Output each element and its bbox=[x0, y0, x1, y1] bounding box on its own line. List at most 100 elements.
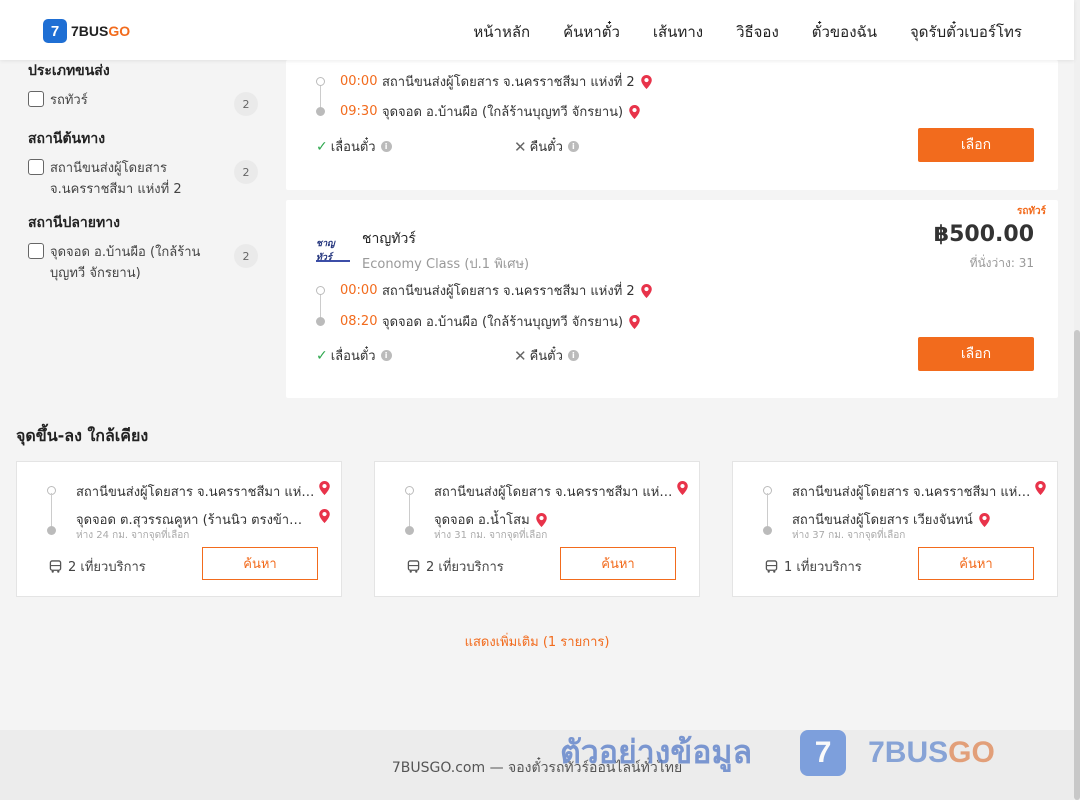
filter-destination: สถานีปลายทาง จุดจอด อ.บ้านผือ (ใกล้ร้านบ… bbox=[28, 212, 258, 284]
nearby-to-row: สถานีขนส่งผู้โดยสาร เวียงจันทน์ bbox=[792, 509, 990, 530]
filter-title: ประเภทขนส่ง bbox=[28, 63, 110, 79]
map-pin-icon[interactable] bbox=[640, 74, 652, 89]
info-icon[interactable]: i bbox=[567, 350, 579, 361]
map-pin-icon[interactable] bbox=[1035, 481, 1046, 495]
main-nav: หน้าหลัก ค้นหาตั๋ว เส้นทาง วิธีจอง ตั๋วข… bbox=[473, 20, 1022, 44]
watermark-brand: 7BUS bbox=[868, 735, 949, 769]
show-more-link[interactable]: แสดงเพิ่มเติม (1 รายการ) bbox=[0, 631, 1074, 652]
stop-dot bbox=[316, 286, 325, 295]
map-pin-icon[interactable] bbox=[640, 283, 652, 298]
bus-type-tag: รถทัวร์ bbox=[1016, 206, 1046, 217]
map-pin-icon[interactable] bbox=[535, 512, 547, 527]
depart-stop: 00:00 สถานีขนส่งผู้โดยสาร จ.นครราชสีมา แ… bbox=[316, 280, 652, 301]
filter-checkbox[interactable] bbox=[28, 243, 44, 259]
filter-transport-type: ประเภทขนส่ง รถทัวร์ 2 bbox=[28, 60, 258, 116]
info-icon[interactable]: i bbox=[567, 141, 579, 152]
map-pin-icon[interactable] bbox=[629, 314, 640, 329]
watermark-logo-mark: 7 bbox=[800, 729, 847, 776]
nearby-distance: ห่าง 37 กม. จากจุดที่เลือก bbox=[792, 530, 906, 541]
logo-text-accent: GO bbox=[108, 23, 131, 39]
trip-card: รถทัวร์ ชาญทัวร์ ชาญทัวร์ Economy Class … bbox=[286, 200, 1058, 398]
operator-row: ชาญทัวร์ ชาญทัวร์ Economy Class (ป.1 พิเ… bbox=[316, 228, 529, 274]
cross-icon: ✕ bbox=[514, 137, 527, 156]
filter-label: สถานีขนส่งผู้โดยสาร จ.นครราชสีมา แห่งที่… bbox=[50, 161, 182, 197]
arrive-stop: 09:30 จุดจอด อ.บ้านผือ (ใกล้ร้านบุญทวี จ… bbox=[316, 101, 640, 122]
reschedule-policy: ✓ เลื่อนตั๋ว i bbox=[316, 136, 392, 157]
cross-icon: ✕ bbox=[514, 346, 527, 365]
operator-name: ชาญทัวร์ bbox=[362, 231, 416, 247]
nearby-title: จุดขึ้น-ลง ใกล้เคียง bbox=[16, 426, 149, 445]
select-trip-button[interactable]: เลือก bbox=[918, 337, 1034, 371]
arrive-place: จุดจอด อ.บ้านผือ (ใกล้ร้านบุญทวี จักรยาน… bbox=[382, 105, 624, 120]
arrive-time: 08:20 bbox=[340, 314, 378, 329]
reschedule-label: เลื่อนตั๋ว bbox=[330, 140, 376, 155]
scrollbar-thumb[interactable] bbox=[1074, 330, 1080, 800]
nearby-from: สถานีขนส่งผู้โดยสาร จ.นครราชสีมา แห่งที่… bbox=[76, 485, 316, 500]
trips-count: 2 เที่ยวบริการ bbox=[68, 560, 146, 575]
nearby-trips: 2 เที่ยวบริการ bbox=[407, 556, 504, 577]
map-pin-icon[interactable] bbox=[629, 104, 640, 119]
arrive-time: 09:30 bbox=[340, 104, 378, 119]
map-pin-icon[interactable] bbox=[978, 512, 990, 527]
stop-dot bbox=[316, 107, 325, 116]
depart-time: 00:00 bbox=[340, 283, 378, 298]
arrive-stop: 08:20 จุดจอด อ.บ้านผือ (ใกล้ร้านบุญทวี จ… bbox=[316, 311, 640, 332]
logo-text: 7BUS bbox=[71, 23, 109, 39]
select-trip-button[interactable]: เลือก bbox=[918, 128, 1034, 162]
nearby-to: สถานีขนส่งผู้โดยสาร เวียงจันทน์ bbox=[792, 513, 973, 528]
nearby-search-button[interactable]: ค้นหา bbox=[918, 547, 1034, 580]
filter-title: สถานีปลายทาง bbox=[28, 215, 120, 231]
count-badge: 2 bbox=[234, 244, 258, 268]
bus-icon bbox=[765, 560, 778, 573]
nearby-search-button[interactable]: ค้นหา bbox=[560, 547, 676, 580]
map-pin-icon[interactable] bbox=[677, 481, 688, 495]
operator-logo: ชาญทัวร์ bbox=[316, 238, 350, 262]
refund-policy: ✕ คืนตั๋ว i bbox=[514, 136, 579, 157]
stop-dot bbox=[316, 317, 325, 326]
refund-label: คืนตั๋ว bbox=[529, 140, 563, 155]
nearby-from: สถานีขนส่งผู้โดยสาร จ.นครราชสีมา แห่งที่… bbox=[434, 485, 674, 500]
nav-how-to-book[interactable]: วิธีจอง bbox=[736, 20, 779, 44]
info-icon[interactable]: i bbox=[380, 350, 392, 361]
nearby-to-row: จุดจอด อ.น้ำโสม bbox=[434, 509, 547, 530]
stop-dot bbox=[316, 77, 325, 86]
nearby-distance: ห่าง 24 กม. จากจุดที่เลือก bbox=[76, 530, 190, 541]
filter-title: สถานีต้นทาง bbox=[28, 131, 106, 147]
top-header: 7 7BUSGO หน้าหลัก ค้นหาตั๋ว เส้นทาง วิธี… bbox=[0, 0, 1074, 60]
filter-checkbox[interactable] bbox=[28, 91, 44, 107]
check-icon: ✓ bbox=[316, 347, 328, 364]
bus-icon bbox=[49, 560, 62, 573]
watermark-brand-accent: GO bbox=[948, 735, 995, 769]
map-pin-icon[interactable] bbox=[319, 509, 330, 523]
depart-stop: 00:00 สถานีขนส่งผู้โดยสาร จ.นครราชสีมา แ… bbox=[316, 71, 652, 92]
nav-my-tickets[interactable]: ตั๋วของฉัน bbox=[812, 20, 877, 44]
nav-home[interactable]: หน้าหลัก bbox=[473, 20, 530, 44]
map-pin-icon[interactable] bbox=[319, 481, 330, 495]
filter-option[interactable]: จุดจอด อ.บ้านผือ (ใกล้ร้านบุญทวี จักรยาน… bbox=[28, 242, 258, 284]
logo-mark: 7 bbox=[43, 19, 67, 43]
nav-ticket-points[interactable]: จุดรับตั๋วเบอร์โทร bbox=[910, 20, 1022, 44]
bus-icon bbox=[407, 560, 420, 573]
filter-option[interactable]: สถานีขนส่งผู้โดยสาร จ.นครราชสีมา แห่งที่… bbox=[28, 158, 258, 200]
trip-card: 00:00 สถานีขนส่งผู้โดยสาร จ.นครราชสีมา แ… bbox=[286, 60, 1058, 190]
filter-label: รถทัวร์ bbox=[50, 93, 88, 108]
nav-search-tickets[interactable]: ค้นหาตั๋ว bbox=[563, 20, 620, 44]
nearby-card: สถานีขนส่งผู้โดยสาร จ.นครราชสีมา แห่งที่… bbox=[732, 461, 1058, 597]
watermark-text: ตัวอย่างข้อมูล bbox=[560, 733, 753, 771]
nearby-trips: 1 เที่ยวบริการ bbox=[765, 556, 862, 577]
site-logo[interactable]: 7 7BUSGO bbox=[43, 19, 130, 43]
filter-label: จุดจอด อ.บ้านผือ (ใกล้ร้านบุญทวี จักรยาน… bbox=[50, 245, 201, 281]
filter-sidebar: ประเภทขนส่ง รถทัวร์ 2 สถานีต้นทาง สถานีข… bbox=[28, 60, 258, 296]
nearby-search-button[interactable]: ค้นหา bbox=[202, 547, 318, 580]
nearby-trips: 2 เที่ยวบริการ bbox=[49, 556, 146, 577]
depart-place: สถานีขนส่งผู้โดยสาร จ.นครราชสีมา แห่งที่… bbox=[382, 284, 635, 299]
filter-option[interactable]: รถทัวร์ 2 bbox=[28, 90, 258, 116]
page-scrollbar[interactable] bbox=[1074, 0, 1080, 800]
nav-routes[interactable]: เส้นทาง bbox=[653, 20, 703, 44]
info-icon[interactable]: i bbox=[380, 141, 392, 152]
refund-label: คืนตั๋ว bbox=[529, 349, 563, 364]
filter-checkbox[interactable] bbox=[28, 159, 44, 175]
nearby-to: จุดจอด อ.น้ำโสม bbox=[434, 513, 530, 528]
seat-class: Economy Class (ป.1 พิเศษ) bbox=[362, 257, 530, 272]
refund-policy: ✕ คืนตั๋ว i bbox=[514, 345, 579, 366]
